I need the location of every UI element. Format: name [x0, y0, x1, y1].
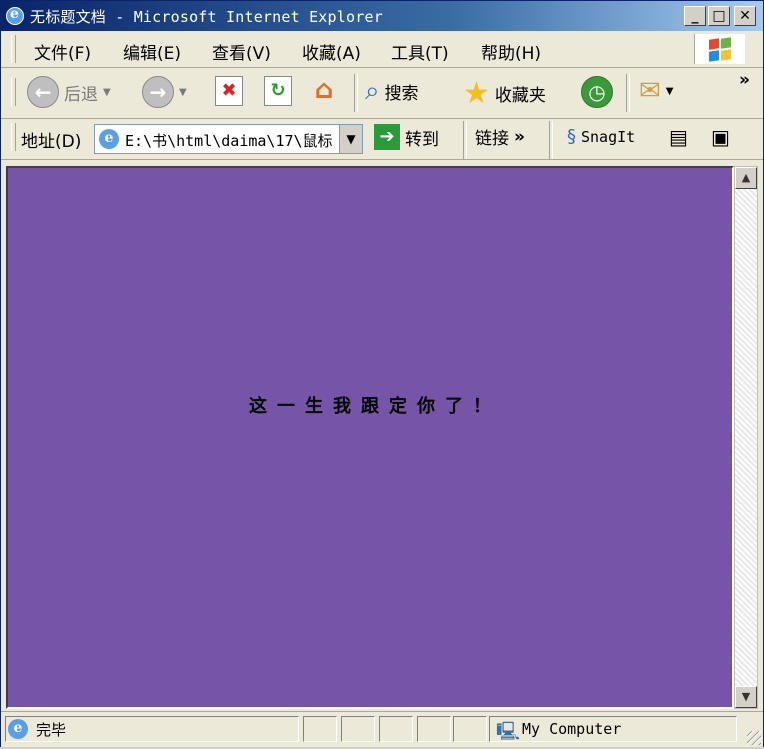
standard-toolbar: ← 后退 ▼ → ▼ ✖ ↻ ⌂ ⌕ 搜索 ★ 收藏夹 ◷ ✉ ▼ »: [1, 68, 763, 119]
toolbar-grip[interactable]: [11, 123, 16, 151]
resize-grip-icon[interactable]: [747, 731, 761, 745]
home-button[interactable]: ⌂: [310, 76, 338, 106]
title-bar: 无标题文档 - Microsoft Internet Explorer _ □ …: [1, 1, 763, 31]
history-button[interactable]: ◷: [581, 76, 613, 108]
status-cell: [417, 716, 451, 742]
toolbar-separator: [354, 74, 358, 112]
links-overflow-icon[interactable]: »: [514, 127, 525, 147]
status-cell: [341, 716, 375, 742]
toolbar-separator: [626, 74, 630, 112]
scroll-up-button[interactable]: ▲: [735, 167, 757, 189]
links-label: 链接: [475, 129, 509, 149]
maximize-button[interactable]: □: [708, 6, 730, 26]
address-value[interactable]: E:\书\html\daima\17\鼠标: [125, 130, 335, 151]
browser-window: 无标题文档 - Microsoft Internet Explorer _ □ …: [0, 0, 764, 747]
address-bar: 地址(D) e E:\书\html\daima\17\鼠标 ▼ ➔ 转到 链接 …: [1, 119, 763, 160]
computer-icon: 🖳: [496, 721, 521, 742]
page-status-icon: e: [8, 719, 28, 739]
go-arrow-icon: ➔: [374, 124, 400, 150]
snagit-button[interactable]: § SnagIt: [567, 126, 635, 147]
favorites-label: 收藏夹: [494, 86, 546, 106]
back-dropdown-icon[interactable]: ▼: [103, 87, 111, 98]
refresh-icon: ↻: [264, 76, 292, 106]
back-label: 后退: [64, 84, 98, 105]
address-input[interactable]: e E:\书\html\daima\17\鼠标 ▼: [94, 124, 363, 154]
snagit-icon: §: [567, 126, 576, 147]
status-cell: [303, 716, 337, 742]
security-zone: 🖳 My Computer: [489, 716, 737, 742]
ie-icon: [6, 6, 24, 25]
menu-file[interactable]: 文件(F): [34, 39, 91, 64]
toolbar-overflow-icon[interactable]: »: [739, 70, 750, 90]
home-icon: ⌂: [314, 75, 334, 105]
toolbar-separator: [463, 121, 467, 159]
page-icon: e: [99, 129, 119, 149]
snagit-label: SnagIt: [581, 127, 636, 146]
star-icon: ★: [463, 76, 490, 111]
links-button[interactable]: 链接 »: [475, 124, 525, 150]
search-button[interactable]: ⌕ 搜索: [365, 76, 419, 107]
back-button[interactable]: ← 后退 ▼: [27, 76, 111, 108]
page-content: 这一生我跟定你了！: [6, 166, 734, 709]
status-cell: [453, 716, 487, 742]
history-icon: ◷: [581, 76, 613, 108]
close-button[interactable]: ✕: [734, 6, 756, 26]
menu-tools[interactable]: 工具(T): [391, 39, 449, 64]
status-bar: e 完毕 🖳 My Computer: [1, 711, 763, 747]
toolbar-separator: [549, 121, 553, 159]
status-text: 完毕: [36, 721, 67, 739]
status-cell: [379, 716, 413, 742]
mail-icon: ✉: [639, 76, 661, 106]
favorites-button[interactable]: ★ 收藏夹: [463, 76, 546, 111]
search-icon: ⌕: [365, 76, 380, 106]
minimize-button[interactable]: _: [684, 6, 706, 26]
go-button[interactable]: ➔ 转到: [374, 124, 439, 150]
vertical-scrollbar[interactable]: ▲ ▼: [734, 166, 758, 709]
go-label: 转到: [405, 129, 439, 150]
menu-view[interactable]: 查看(V): [212, 39, 271, 64]
page-message: 这一生我跟定你了！: [249, 396, 501, 417]
toolbar-grip[interactable]: [11, 35, 16, 63]
windows-logo-icon: [694, 34, 745, 64]
toolbar-grip[interactable]: [11, 78, 16, 106]
window-title: 无标题文档 - Microsoft Internet Explorer: [30, 8, 383, 26]
status-panel: e 完毕: [5, 716, 299, 742]
menu-favorites[interactable]: 收藏(A): [302, 39, 361, 64]
menu-edit[interactable]: 编辑(E): [123, 39, 181, 64]
zone-label: My Computer: [522, 720, 622, 738]
search-label: 搜索: [384, 84, 419, 104]
address-label: 地址(D): [21, 132, 82, 152]
forward-arrow-icon: →: [142, 76, 174, 108]
scroll-down-button[interactable]: ▼: [735, 686, 757, 708]
snagit-window-icon[interactable]: ▤: [669, 125, 688, 149]
snagit-capture-icon[interactable]: ▣: [711, 125, 730, 149]
stop-button[interactable]: ✖: [215, 76, 243, 106]
forward-dropdown-icon[interactable]: ▼: [179, 87, 187, 98]
mail-button[interactable]: ✉ ▼: [639, 76, 674, 106]
stop-icon: ✖: [215, 76, 243, 106]
forward-button[interactable]: → ▼: [142, 76, 187, 108]
mail-dropdown-icon[interactable]: ▼: [666, 86, 674, 97]
refresh-button[interactable]: ↻: [264, 76, 292, 106]
menu-bar: 文件(F) 编辑(E) 查看(V) 收藏(A) 工具(T) 帮助(H): [1, 31, 763, 68]
back-arrow-icon: ←: [27, 76, 59, 108]
menu-help[interactable]: 帮助(H): [481, 39, 541, 64]
address-dropdown-icon[interactable]: ▼: [339, 125, 362, 153]
